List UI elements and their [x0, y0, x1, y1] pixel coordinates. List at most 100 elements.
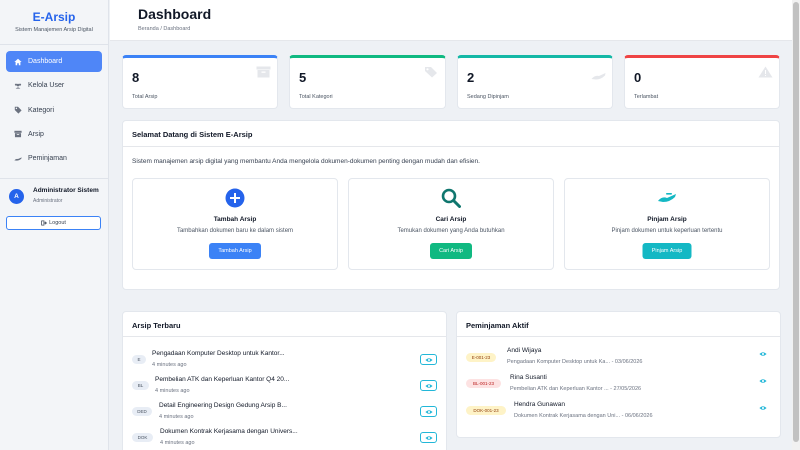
loans-title: Peminjaman Aktif [457, 312, 780, 337]
stat-value: 8 [132, 70, 140, 85]
stat-value: 5 [299, 70, 307, 85]
borrower-name: Hendra Gunawan [514, 401, 565, 408]
action-title: Pinjam Arsip [647, 216, 687, 223]
loan-detail: Pengadaan Komputer Desktop untuk Ka... -… [507, 359, 643, 365]
user-name: Administrator Sistem [33, 187, 99, 194]
archive-code-badge: BL [132, 381, 149, 390]
stat-label: Total Kategori [299, 94, 333, 100]
stat-card-sedang-dipinjam: 2 Sedang Dipinjam [457, 55, 613, 109]
breadcrumb[interactable]: Beranda / Dashboard [138, 26, 190, 32]
warning-icon [758, 66, 773, 78]
loan-detail: Pembelian ATK dan Keperluan Kantor ... -… [510, 386, 642, 392]
action-desc: Temukan dokumen yang Anda butuhkan [397, 228, 505, 234]
action-desc: Pinjam dokumen untuk keperluan tertentu [611, 228, 723, 234]
sidebar-item-label: Dashboard [28, 58, 63, 65]
archive-time: 4 minutes ago [155, 388, 190, 394]
list-item[interactable]: DOK Dokumen Kontrak Kerjasama dengan Uni… [132, 427, 437, 450]
sidebar-item-kelola-user[interactable]: Kelola User [6, 75, 102, 96]
list-item[interactable]: BL-001-23 Rina Susanti Pembelian ATK dan… [466, 373, 771, 397]
active-loans-card: Peminjaman Aktif E-001-23 Andi Wijaya Pe… [456, 311, 781, 438]
stat-card-total-kategori: 5 Total Kategori [289, 55, 446, 109]
logout-label: Logout [49, 220, 66, 226]
loan-code-badge: DOK-001-23 [466, 406, 506, 415]
sidebar-item-label: Kelola User [28, 82, 65, 90]
archive-code-badge: DOK [132, 433, 153, 442]
eye-icon [424, 357, 433, 362]
brand-subtitle: Sistem Manajemen Arsip Digital [15, 27, 93, 33]
archive-time: 4 minutes ago [160, 440, 195, 446]
plus-circle-icon [225, 188, 245, 208]
eye-icon [424, 383, 433, 388]
archive-title[interactable]: Pengadaan Komputer Desktop untuk Kantor.… [152, 350, 285, 357]
list-item[interactable]: DOK-001-23 Hendra Gunawan Dokumen Kontra… [466, 400, 771, 424]
loan-detail: Dokumen Kontrak Kerjasama dengan Uni... … [514, 413, 653, 419]
sidebar-item-label: Arsip [28, 130, 44, 138]
search-icon [441, 188, 461, 208]
recent-title: Arsip Terbaru [123, 312, 446, 337]
list-item[interactable]: BL Pembelian ATK dan Keperluan Kantor Q4… [132, 375, 437, 399]
loan-code-badge: BL-001-23 [466, 379, 501, 388]
handshake-icon [591, 73, 606, 80]
handshake-icon [658, 193, 676, 202]
action-card-pinjam-arsip: Pinjam Arsip Pinjam dokumen untuk keperl… [564, 178, 770, 270]
home-icon [13, 57, 22, 66]
stat-value: 2 [467, 70, 475, 85]
user-role: Administrator [33, 198, 63, 204]
archive-title[interactable]: Dokumen Kontrak Kerjasama dengan Univers… [160, 428, 298, 435]
page-title: Dashboard [138, 6, 212, 22]
stat-value: 0 [634, 70, 642, 85]
eye-icon[interactable] [759, 378, 767, 384]
stat-card-total-arsip: 8 Total Arsip [122, 55, 278, 109]
tag-icon [13, 106, 22, 115]
brand-title[interactable]: E-Arsip [0, 10, 108, 24]
sidebar-item-arsip[interactable]: Arsip [6, 124, 102, 145]
brand: E-Arsip Sistem Manajemen Arsip Digital [0, 0, 108, 45]
archive-title[interactable]: Pembelian ATK dan Keperluan Kantor Q4 20… [155, 376, 289, 383]
sidebar-nav: Dashboard Kelola User Kategori Arsip Pem… [0, 45, 108, 169]
sidebar-item-dashboard[interactable]: Dashboard [6, 51, 102, 72]
eye-icon [424, 435, 433, 440]
sidebar-item-peminjaman[interactable]: Peminjaman [6, 148, 102, 169]
sidebar-divider [0, 178, 108, 179]
view-button[interactable] [420, 432, 437, 443]
action-card-tambah-arsip: Tambah Arsip Tambahkan dokumen baru ke d… [132, 178, 338, 270]
action-desc: Tambahkan dokumen baru ke dalam sistem [176, 228, 294, 234]
logout-button[interactable]: Logout [6, 216, 101, 230]
list-item[interactable]: E Pengadaan Komputer Desktop untuk Kanto… [132, 349, 437, 373]
action-title: Tambah Arsip [213, 216, 257, 223]
view-button[interactable] [420, 380, 437, 391]
eye-icon[interactable] [759, 351, 767, 357]
action-card-cari-arsip: Cari Arsip Temukan dokumen yang Anda but… [348, 178, 554, 270]
users-icon [13, 81, 22, 90]
stat-label: Total Arsip [132, 94, 158, 100]
loan-code-badge: E-001-23 [466, 353, 496, 362]
eye-icon[interactable] [759, 405, 767, 411]
archive-icon [256, 66, 271, 78]
welcome-card: Selamat Datang di Sistem E-Arsip Sistem … [122, 120, 780, 290]
archive-title[interactable]: Detail Engineering Design Gedung Arsip B… [159, 402, 287, 409]
list-item[interactable]: DED Detail Engineering Design Gedung Ars… [132, 401, 437, 425]
avatar: A [9, 189, 24, 204]
sidebar-item-label: Peminjaman [28, 155, 67, 163]
view-button[interactable] [420, 406, 437, 417]
logout-icon [41, 220, 47, 226]
eye-icon [424, 409, 433, 414]
cari-arsip-button[interactable]: Cari Arsip [430, 243, 472, 259]
list-item[interactable]: E-001-23 Andi Wijaya Pengadaan Komputer … [466, 346, 771, 370]
topbar: Dashboard Beranda / Dashboard [110, 0, 800, 41]
archive-code-badge: DED [132, 407, 152, 416]
user-profile: A Administrator Sistem Administrator [9, 187, 99, 204]
stat-label: Sedang Dipinjam [467, 94, 509, 100]
welcome-title: Selamat Datang di Sistem E-Arsip [123, 121, 779, 147]
view-button[interactable] [420, 354, 437, 365]
stat-card-terlambat: 0 Terlambat [624, 55, 780, 109]
sidebar-item-label: Kategori [28, 106, 55, 114]
borrower-name: Rina Susanti [510, 374, 547, 381]
recent-archives-card: Arsip Terbaru E Pengadaan Komputer Deskt… [122, 311, 447, 450]
scrollbar-thumb[interactable] [793, 2, 799, 442]
pinjam-arsip-button[interactable]: Pinjam Arsip [642, 243, 692, 259]
borrower-name: Andi Wijaya [507, 347, 542, 354]
sidebar-item-kategori[interactable]: Kategori [6, 100, 102, 121]
tambah-arsip-button[interactable]: Tambah Arsip [209, 243, 261, 259]
page-scrollbar[interactable] [792, 0, 800, 450]
